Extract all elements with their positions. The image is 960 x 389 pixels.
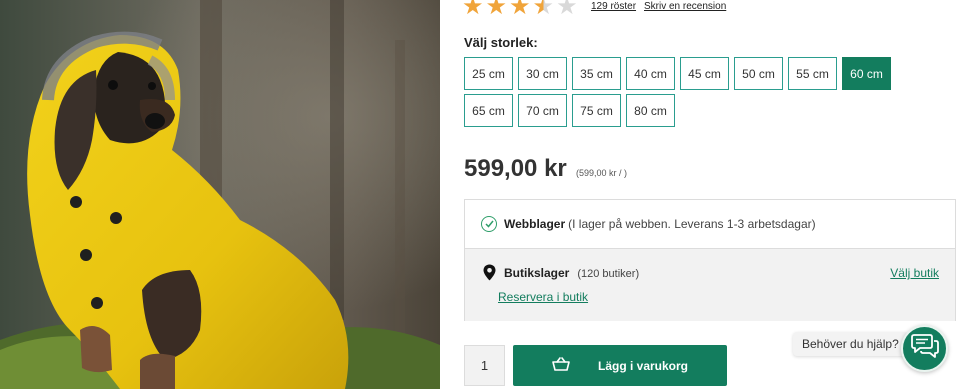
reserve-in-store-link[interactable]: Reservera i butik: [498, 290, 588, 304]
basket-icon: [552, 357, 570, 374]
store-stock-line: Butikslager (120 butiker): [504, 266, 639, 280]
size-option[interactable]: 35 cm: [572, 57, 621, 90]
choose-store-link[interactable]: Välj butik: [890, 266, 939, 280]
size-option[interactable]: 55 cm: [788, 57, 837, 90]
size-option[interactable]: 80 cm: [626, 94, 675, 127]
star-icon: ★: [485, 0, 508, 20]
size-label: Välj storlek:: [464, 35, 538, 50]
stock-info: Webblager (I lager på webben. Leverans 1…: [464, 199, 956, 321]
size-option[interactable]: 70 cm: [518, 94, 567, 127]
star-icon: ★: [509, 0, 531, 20]
store-stock-title: Butikslager: [504, 266, 570, 280]
votes-link[interactable]: 129 röster: [591, 1, 636, 12]
price: 599,00 kr: [464, 155, 567, 182]
product-image: [0, 0, 440, 389]
store-stock-row: Butikslager (120 butiker) Reservera i bu…: [465, 249, 955, 321]
size-options: 25 cm 30 cm 35 cm 40 cm 45 cm 50 cm 55 cm 60 cm…: [464, 57, 944, 127]
write-review-link[interactable]: Skriv en recension: [644, 1, 726, 12]
size-option[interactable]: 25 cm: [464, 57, 513, 90]
rating-stars: ★ ★ ★ ★ ★: [462, 0, 578, 18]
star-half-icon: ★: [533, 0, 555, 18]
add-to-cart-button[interactable]: Lägg i varukorg: [513, 345, 727, 386]
star-empty-icon: ★: [556, 0, 578, 20]
web-stock-desc: (I lager på webben. Leverans 1-3 arbetsd…: [568, 217, 816, 231]
unit-price: (599,00 kr / ): [576, 168, 628, 178]
check-circle-icon: [481, 216, 497, 232]
web-stock-row: Webblager (I lager på webben. Leverans 1…: [465, 200, 955, 249]
chat-button[interactable]: [901, 325, 948, 372]
size-option[interactable]: 40 cm: [626, 57, 675, 90]
size-option[interactable]: 60 cm: [842, 57, 891, 90]
size-option[interactable]: 50 cm: [734, 57, 783, 90]
store-count: (120 butiker): [577, 268, 640, 280]
help-bubble[interactable]: Behöver du hjälp?: [793, 332, 908, 356]
star-icon: ★: [462, 0, 484, 20]
size-option[interactable]: 65 cm: [464, 94, 513, 127]
chat-icon: [910, 333, 939, 364]
quantity-input[interactable]: 1: [464, 345, 505, 386]
add-to-cart-label: Lägg i varukorg: [597, 358, 689, 373]
size-option[interactable]: 45 cm: [680, 57, 729, 90]
size-option[interactable]: 30 cm: [518, 57, 567, 90]
map-pin-icon: [483, 264, 496, 286]
web-stock-title: Webblager: [504, 217, 566, 231]
size-option[interactable]: 75 cm: [572, 94, 621, 127]
